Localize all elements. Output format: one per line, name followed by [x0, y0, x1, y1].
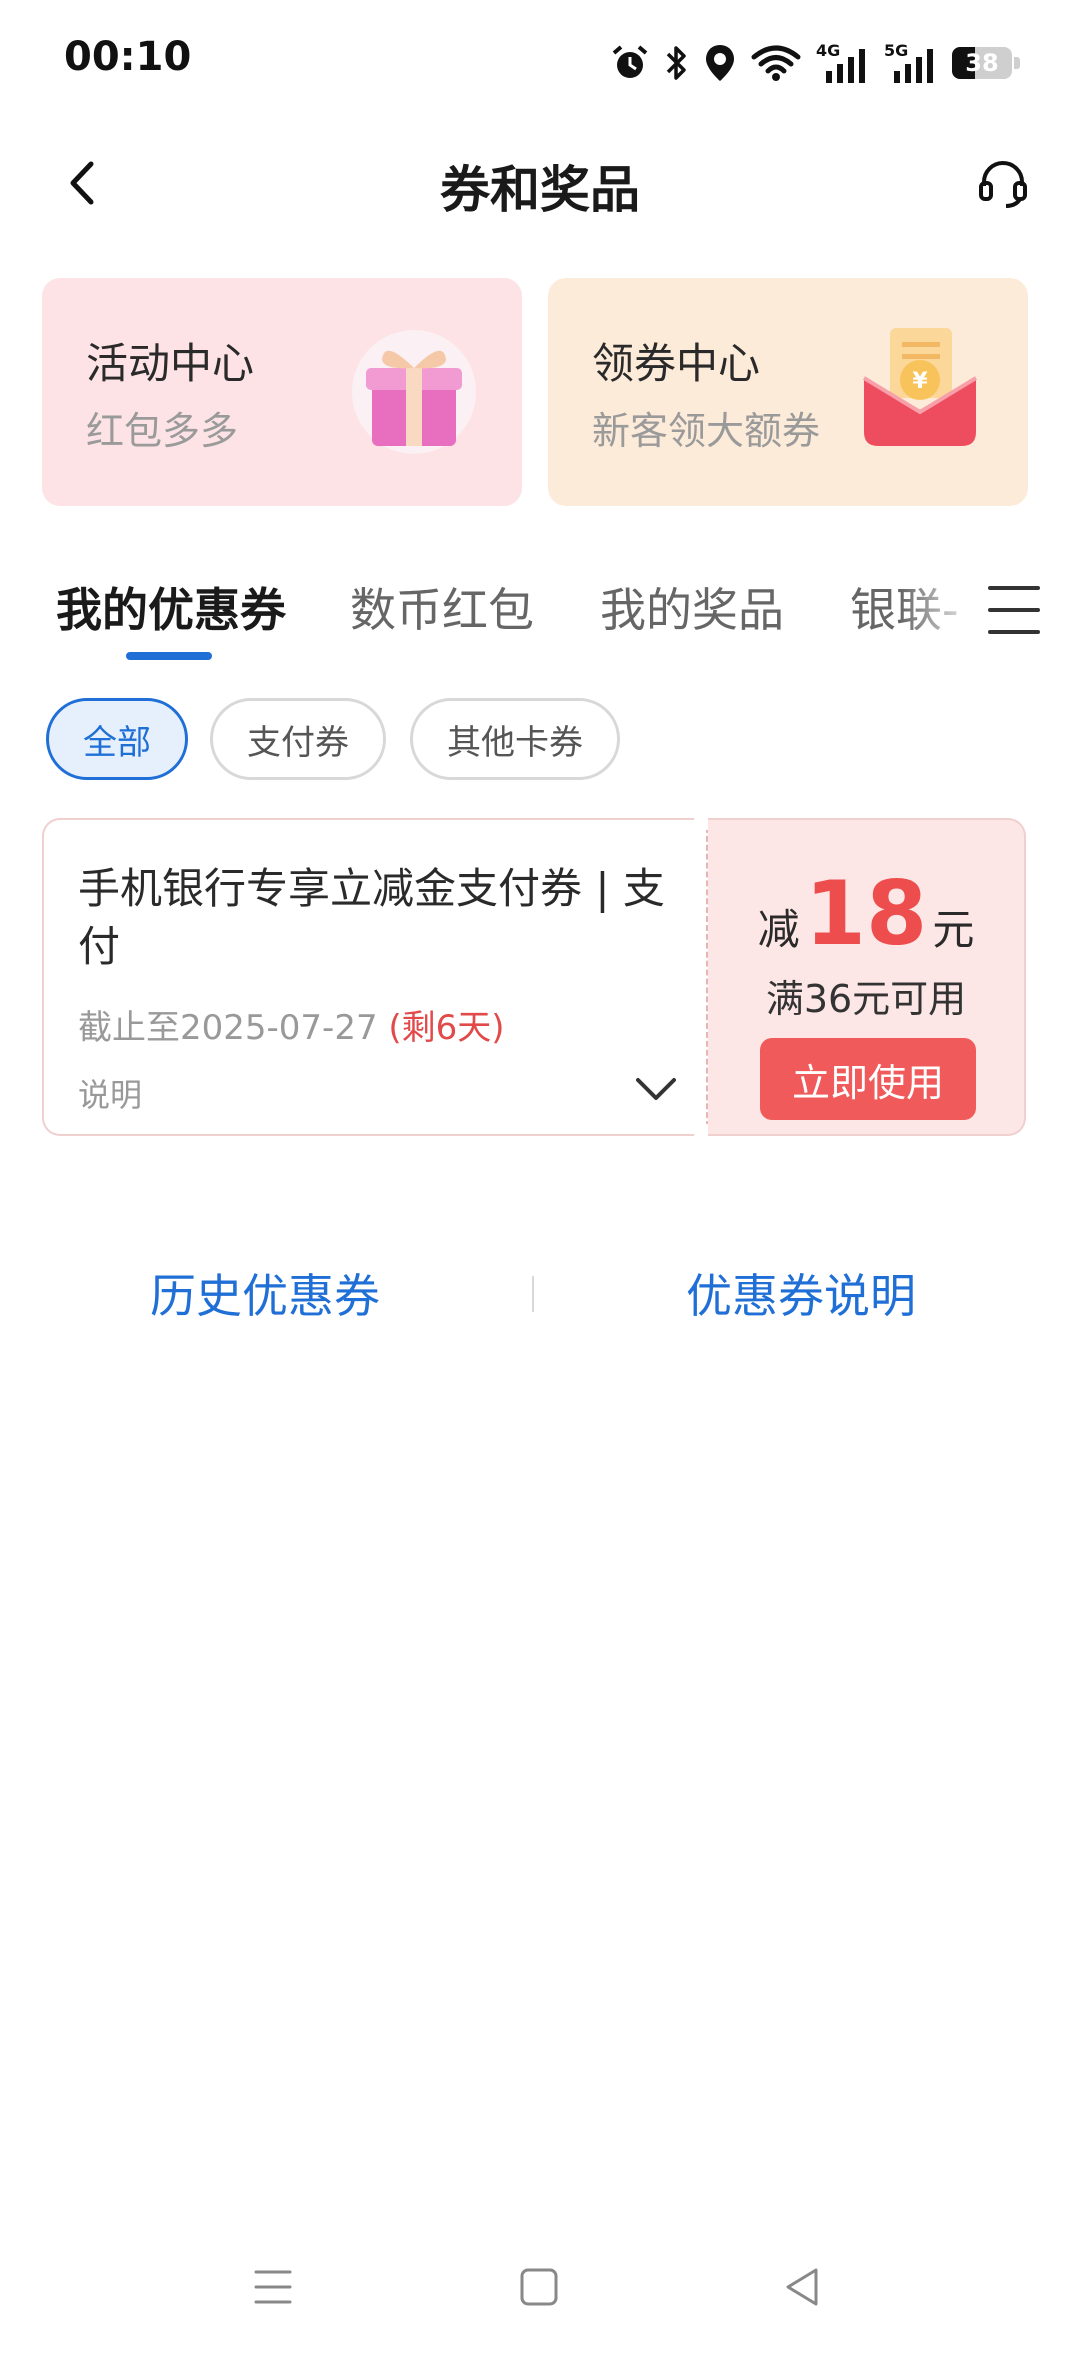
- active-tab-indicator: [126, 652, 212, 660]
- headset-icon: [979, 161, 1027, 208]
- link-separator: [532, 1276, 534, 1312]
- battery-icon: 38: [952, 45, 1022, 81]
- coupon-title: 手机银行专享立减金支付券 | 支付: [78, 864, 665, 971]
- promo-title: 领券中心: [592, 339, 761, 388]
- gift-box-icon: [352, 330, 476, 454]
- red-envelope-icon: ¥: [862, 328, 978, 446]
- amount-unit: 元: [932, 905, 975, 954]
- signal-5g-icon: 5G: [884, 41, 938, 83]
- home-icon[interactable]: [514, 2262, 564, 2312]
- svg-text:¥: ¥: [912, 369, 928, 394]
- tab-menu-button[interactable]: [984, 580, 1044, 640]
- alarm-icon: [612, 45, 648, 78]
- use-now-button[interactable]: 立即使用: [760, 1038, 976, 1120]
- coupon-info: 手机银行专享立减金支付券 | 支付 截止至2025-07-27 (剩6天) 说明: [42, 818, 706, 1136]
- coupon-note-label[interactable]: 说明: [78, 1070, 142, 1116]
- amount-prefix: 减: [757, 905, 800, 954]
- coupon-expiry-date: 截止至2025-07-27: [78, 1008, 378, 1048]
- menu-icon: [988, 586, 1040, 634]
- battery-level: 38: [965, 49, 999, 77]
- customer-service-button[interactable]: [968, 148, 1038, 218]
- bluetooth-icon: [666, 46, 686, 80]
- coupon-explanation-link[interactable]: 优惠券说明: [686, 1260, 916, 1326]
- status-icons: 4G 5G 38: [610, 38, 1022, 88]
- signal-4g-icon: 4G: [816, 41, 870, 83]
- promo-subtitle: 新客领大额券: [592, 409, 821, 453]
- tab-my-coupons[interactable]: 我的优惠券: [56, 574, 286, 640]
- amount-value: 18: [804, 862, 928, 965]
- coupon-tabs: 我的优惠券 数币红包 我的奖品 银联-: [56, 574, 1080, 674]
- promo-subtitle: 红包多多: [86, 409, 239, 453]
- recents-icon[interactable]: [248, 2262, 298, 2312]
- status-time: 00:10: [64, 34, 192, 80]
- tab-my-prizes[interactable]: 我的奖品: [600, 574, 784, 640]
- coupon-expiry: 截止至2025-07-27 (剩6天): [78, 1000, 505, 1049]
- coupon-card: 手机银行专享立减金支付券 | 支付 截止至2025-07-27 (剩6天) 说明…: [42, 804, 1026, 1150]
- filter-all[interactable]: 全部: [46, 698, 188, 780]
- page-title: 券和奖品: [440, 161, 640, 219]
- back-nav-icon[interactable]: [778, 2262, 828, 2312]
- promo-title: 活动中心: [86, 339, 255, 388]
- tab-digital-red-packets[interactable]: 数币红包: [350, 574, 534, 640]
- chevron-down-icon[interactable]: [632, 1068, 680, 1108]
- history-coupons-link[interactable]: 历史优惠券: [150, 1260, 380, 1326]
- activity-center-card[interactable]: 活动中心 红包多多: [42, 278, 522, 506]
- location-icon: [706, 45, 734, 81]
- coupon-center-card[interactable]: 领券中心 新客领大额券 ¥: [548, 278, 1028, 506]
- filter-other-cards[interactable]: 其他卡券: [410, 698, 620, 780]
- coupon-value-panel: 减 18 元 满36元可用 立即使用: [708, 818, 1026, 1136]
- filter-payment-coupon[interactable]: 支付券: [210, 698, 386, 780]
- coupon-threshold: 满36元可用: [765, 977, 967, 1021]
- coupon-remaining-days: (剩6天): [388, 1008, 505, 1048]
- wifi-icon: [751, 45, 801, 81]
- coupon-amount: 减 18 元: [708, 862, 1024, 965]
